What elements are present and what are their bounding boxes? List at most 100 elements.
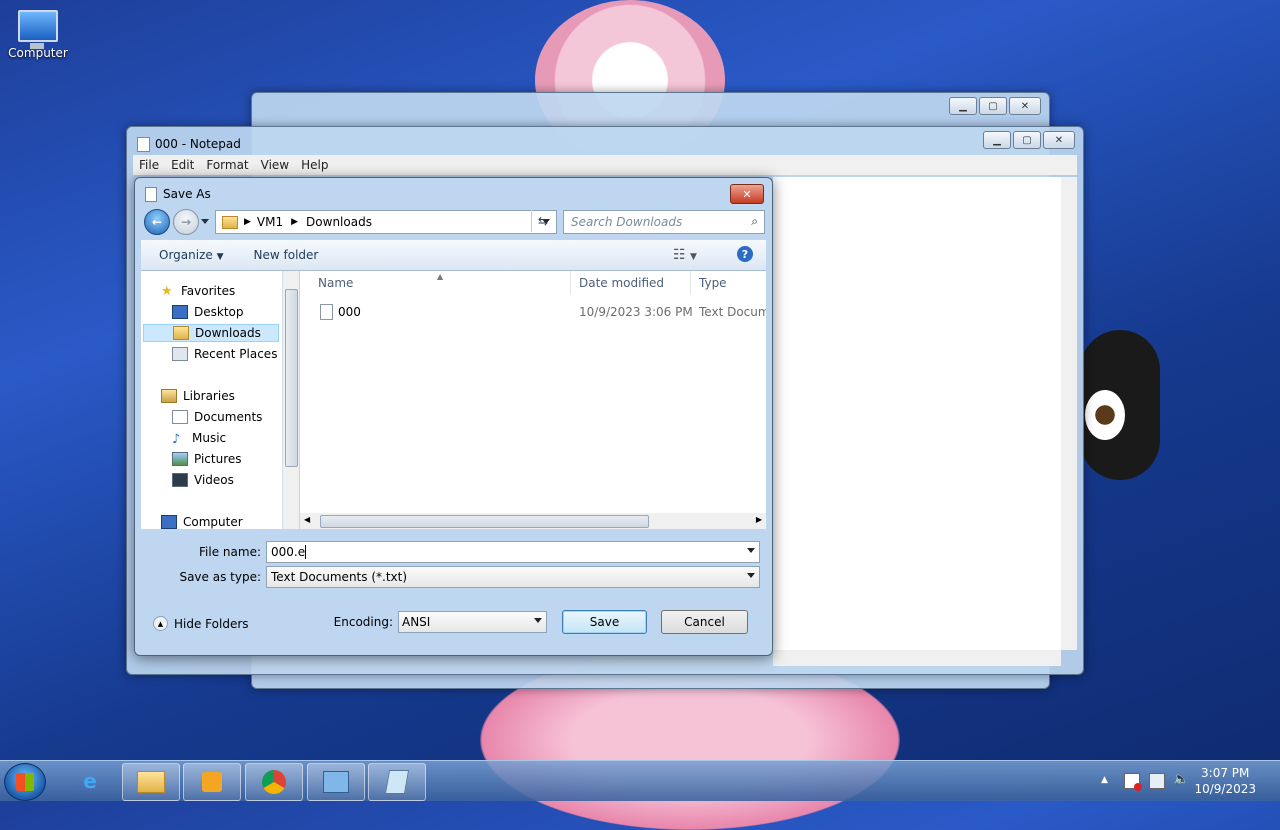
close-button[interactable]: ✕ [1009, 97, 1041, 115]
menu-view[interactable]: View [255, 158, 295, 172]
tree-favorites[interactable]: ★ Favorites [161, 282, 235, 300]
menu-format[interactable]: Format [200, 158, 254, 172]
network-icon[interactable] [1149, 773, 1165, 789]
file-date-modified: 10/9/2023 3:06 PM [579, 305, 693, 319]
scroll-thumb[interactable] [285, 289, 298, 467]
notepad-vertical-scrollbar[interactable] [1061, 177, 1077, 650]
organize-button[interactable]: Organize ▼ [159, 248, 224, 262]
file-list[interactable]: Name ▲ Date modified Type 000 10/9/2023 … [300, 271, 766, 529]
file-name-dropdown-arrow-icon[interactable] [747, 548, 755, 553]
action-center-icon[interactable] [1124, 773, 1142, 791]
taskbar-control-panel[interactable] [307, 763, 365, 801]
maximize-button[interactable]: ▢ [979, 97, 1007, 115]
menu-file[interactable]: File [133, 158, 165, 172]
documents-icon [172, 410, 188, 424]
breadcrumb-separator-icon: ▶ [291, 217, 299, 227]
search-icon: ⌕ [751, 214, 758, 228]
clock-date: 10/9/2023 [1194, 782, 1256, 796]
minimize-button[interactable]: ▁ [949, 97, 977, 115]
save-as-type-select[interactable]: Text Documents (*.txt) [266, 566, 760, 588]
save-as-type-dropdown-arrow-icon[interactable] [747, 573, 755, 578]
file-list-horizontal-scrollbar[interactable]: ◀ ▶ [300, 513, 766, 529]
taskbar: e ▲ 🔈 3:07 PM 10/9/2023 [0, 760, 1280, 801]
libraries-icon [161, 389, 177, 403]
notepad-text-area[interactable] [773, 177, 1069, 650]
taskbar-notepad[interactable] [368, 763, 426, 801]
system-clock[interactable]: 3:07 PM 10/9/2023 [1194, 765, 1256, 797]
taskbar-internet-explorer[interactable]: e [62, 763, 118, 799]
file-row[interactable]: 000 10/9/2023 3:06 PM Text Document [300, 303, 766, 323]
computer-icon [161, 515, 177, 529]
breadcrumb-vm1[interactable]: VM1 [257, 215, 283, 229]
column-header-type[interactable]: Type [692, 271, 766, 295]
scroll-left-arrow-icon[interactable]: ◀ [304, 515, 310, 524]
scroll-right-arrow-icon[interactable]: ▶ [756, 515, 762, 524]
tree-recent-places[interactable]: Recent Places [172, 345, 277, 363]
tree-videos[interactable]: Videos [172, 471, 234, 489]
refresh-button[interactable]: ⇆ [531, 210, 554, 232]
computer-icon [18, 10, 58, 49]
forward-button[interactable]: → [173, 209, 199, 235]
show-hidden-icons-icon[interactable]: ▲ [1101, 775, 1108, 785]
hide-folders-button[interactable]: ▲ Hide Folders [153, 616, 249, 631]
views-button-icon[interactable]: ☷ ▼ [673, 247, 697, 263]
notepad-icon [384, 770, 410, 794]
help-icon[interactable]: ? [737, 246, 753, 262]
notepad-minimize-button[interactable]: ▁ [983, 131, 1011, 149]
music-icon: ♪ [172, 432, 181, 447]
pictures-icon [172, 452, 188, 466]
taskbar-media-player[interactable] [183, 763, 241, 801]
address-bar[interactable]: ▶ VM1 ▶ Downloads [215, 210, 557, 234]
encoding-value: ANSI [402, 615, 431, 629]
file-name-value: 000.e [271, 545, 306, 559]
file-type: Text Document [699, 305, 766, 319]
save-as-dialog[interactable]: Save As ✕ ← → ▶ VM1 ▶ Downloads ⇆ Search… [134, 177, 773, 656]
chrome-icon [262, 770, 286, 794]
media-player-icon [202, 772, 222, 792]
tree-pictures[interactable]: Pictures [172, 450, 242, 468]
notepad-caption-buttons: ▁ ▢ ✕ [983, 131, 1075, 149]
taskbar-file-explorer[interactable] [122, 763, 180, 801]
scroll-thumb[interactable] [320, 515, 649, 528]
notepad-maximize-button[interactable]: ▢ [1013, 131, 1041, 149]
folder-icon [222, 215, 238, 229]
new-folder-button[interactable]: New folder [254, 248, 319, 262]
tree-music[interactable]: ♪ Music [172, 429, 226, 447]
downloads-folder-icon [173, 326, 189, 340]
tree-libraries[interactable]: Libraries [161, 387, 235, 405]
recent-locations-arrow-icon[interactable] [201, 219, 209, 224]
dialog-close-button[interactable]: ✕ [730, 184, 764, 204]
tree-desktop[interactable]: Desktop [172, 303, 244, 321]
star-icon: ★ [161, 284, 173, 299]
save-button[interactable]: Save [562, 610, 647, 634]
tree-computer[interactable]: Computer [161, 513, 243, 531]
breadcrumb-downloads[interactable]: Downloads [306, 215, 372, 229]
background-window-caption-buttons: ▁ ▢ ✕ [949, 97, 1041, 115]
navigation-pane-scrollbar[interactable] [283, 271, 299, 529]
volume-muted-icon[interactable]: 🔈 [1173, 772, 1189, 787]
notepad-close-button[interactable]: ✕ [1043, 131, 1075, 149]
navigation-pane: ★ Favorites Desktop Downloads Recent Pla… [141, 271, 283, 529]
search-downloads-input[interactable]: Search Downloads ⌕ [563, 210, 765, 234]
computer-desktop-icon[interactable]: Computer [8, 8, 68, 60]
tree-documents[interactable]: Documents [172, 408, 262, 426]
clock-time: 3:07 PM [1201, 766, 1250, 780]
text-file-icon [320, 304, 333, 320]
column-header-name[interactable]: Name [300, 271, 571, 295]
tree-downloads[interactable]: Downloads [143, 324, 279, 342]
cancel-button[interactable]: Cancel [661, 610, 748, 634]
encoding-dropdown-arrow-icon[interactable] [534, 618, 542, 623]
menu-help[interactable]: Help [295, 158, 334, 172]
taskbar-chrome[interactable] [245, 763, 303, 801]
menu-edit[interactable]: Edit [165, 158, 200, 172]
dialog-toolbar: Organize ▼ New folder ☷ ▼ ? [141, 240, 766, 271]
recent-places-icon [172, 347, 188, 361]
breadcrumb-separator-icon: ▶ [244, 217, 251, 227]
encoding-select[interactable]: ANSI [398, 611, 547, 633]
notepad-horizontal-scrollbar[interactable] [773, 650, 1061, 666]
file-name-input[interactable]: 000.e [266, 541, 760, 563]
control-panel-icon [323, 771, 349, 793]
column-header-date-modified[interactable]: Date modified [572, 271, 691, 295]
start-button[interactable] [4, 763, 46, 801]
back-button[interactable]: ← [144, 209, 170, 235]
